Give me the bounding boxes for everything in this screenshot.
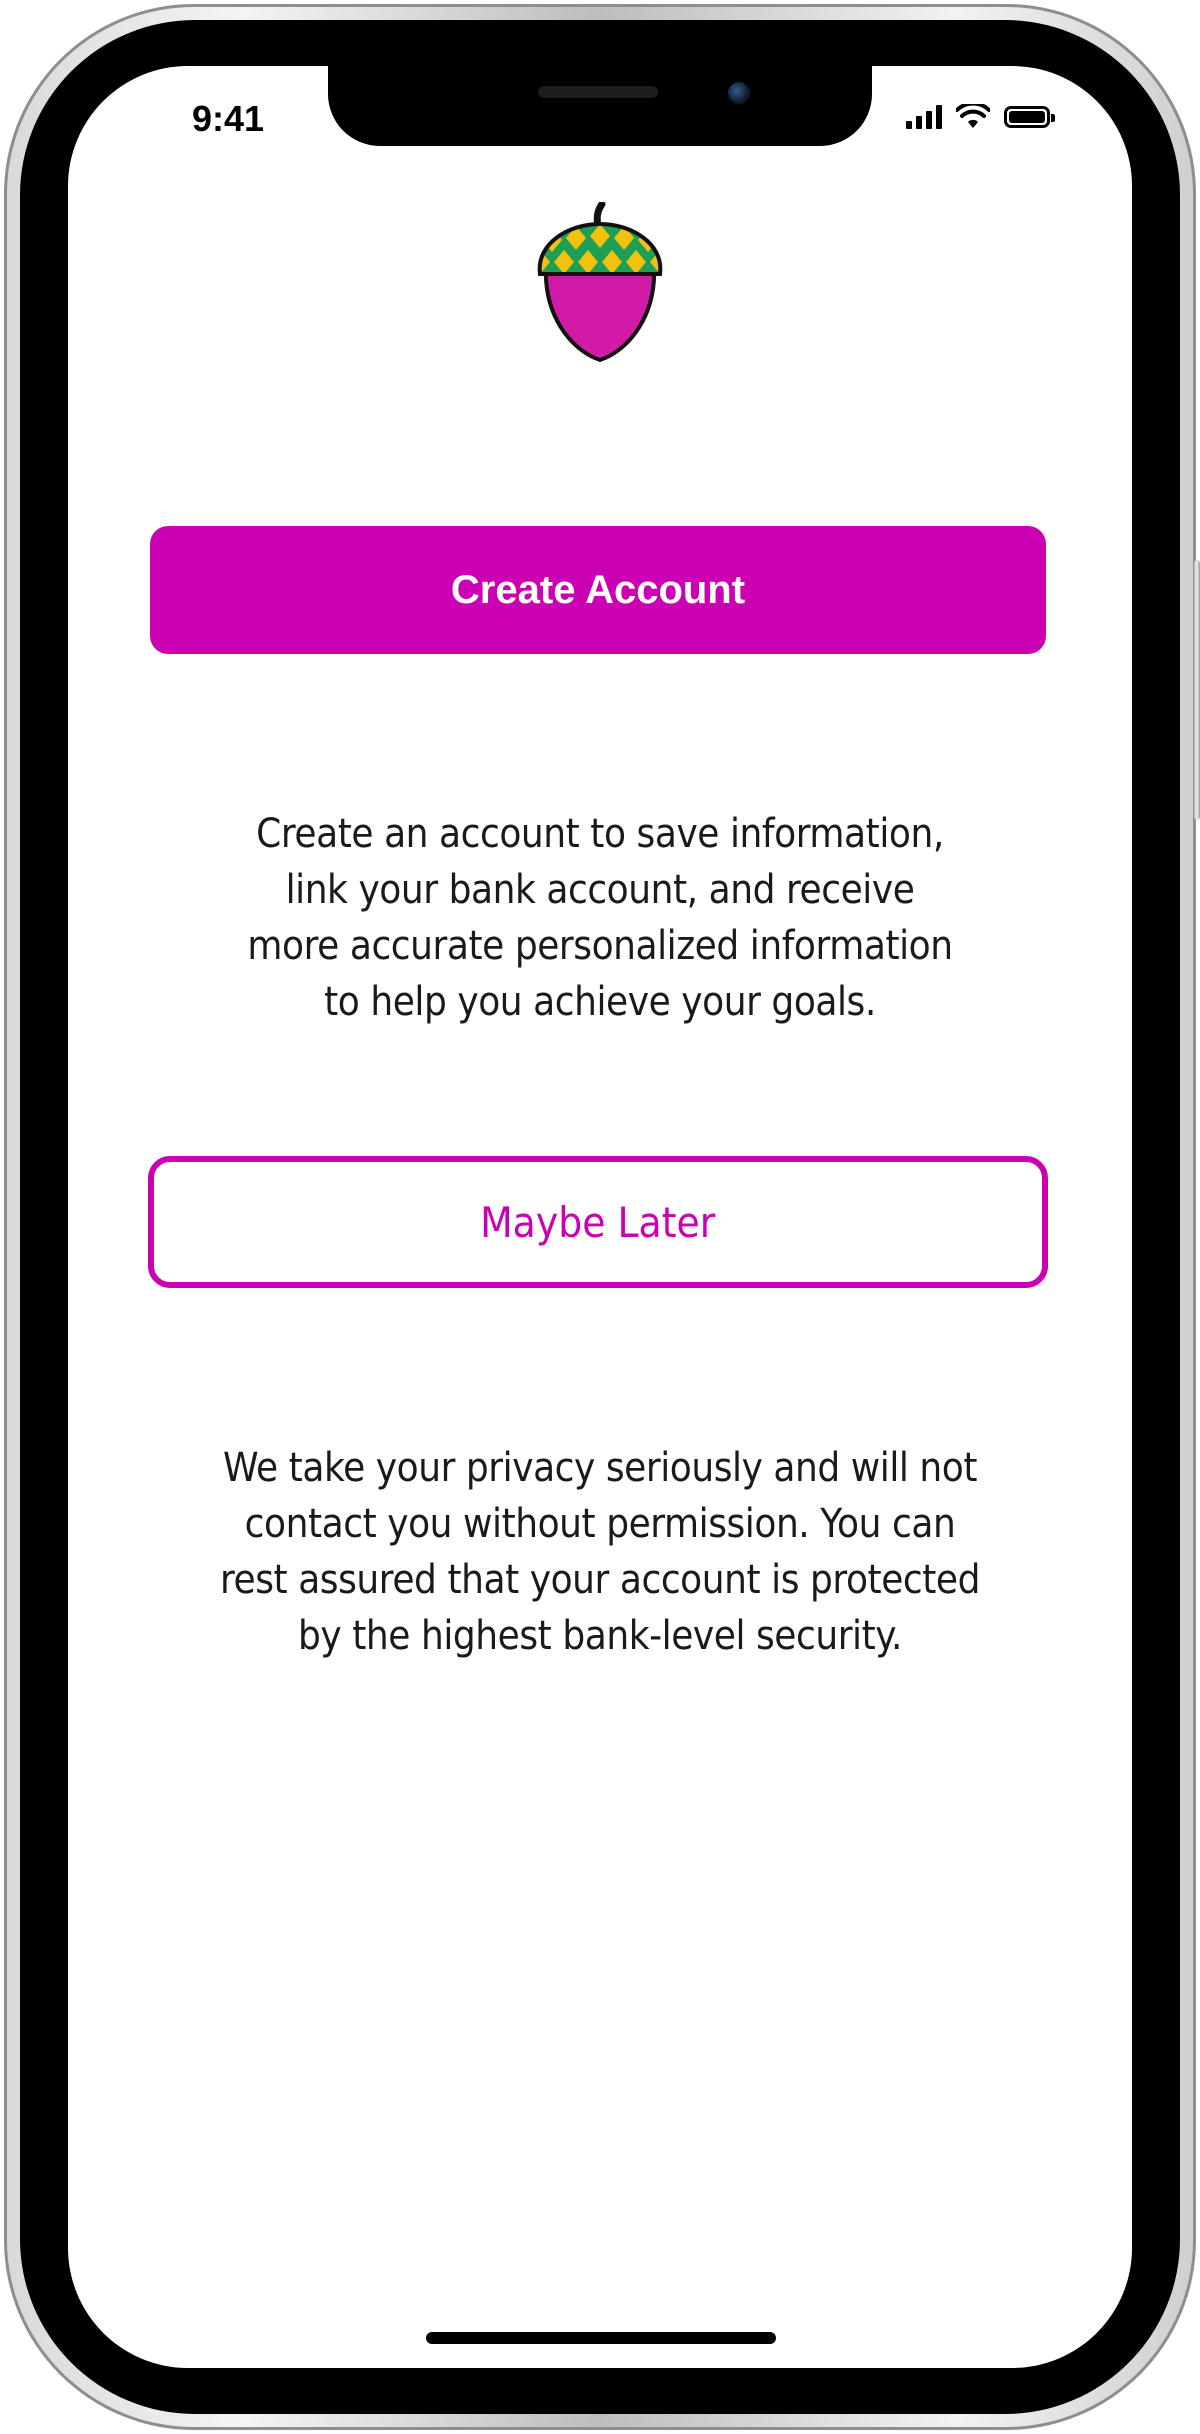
side-button bbox=[1194, 560, 1200, 820]
create-account-button[interactable]: Create Account bbox=[150, 526, 1046, 654]
front-camera-icon bbox=[728, 82, 750, 104]
status-time: 9:41 bbox=[192, 98, 265, 139]
phone-device: 9:41 Create Account Create an account to… bbox=[0, 0, 1200, 2434]
app-screen: 9:41 Create Account Create an account to… bbox=[68, 66, 1132, 2368]
notch bbox=[328, 66, 872, 146]
maybe-later-button[interactable]: Maybe Later bbox=[148, 1156, 1048, 1288]
acorn-logo-icon bbox=[537, 202, 663, 362]
privacy-text: We take your privacy seriously and will … bbox=[219, 1445, 981, 1659]
speaker-grille bbox=[538, 86, 658, 98]
intro-text: Create an account to save information, l… bbox=[247, 811, 953, 1025]
battery-icon bbox=[1004, 106, 1055, 128]
cellular-signal-icon bbox=[906, 105, 942, 129]
wifi-icon bbox=[956, 104, 990, 128]
maybe-later-label: Maybe Later bbox=[480, 1197, 716, 1247]
status-icons bbox=[906, 104, 1055, 130]
home-indicator[interactable] bbox=[426, 2332, 776, 2344]
